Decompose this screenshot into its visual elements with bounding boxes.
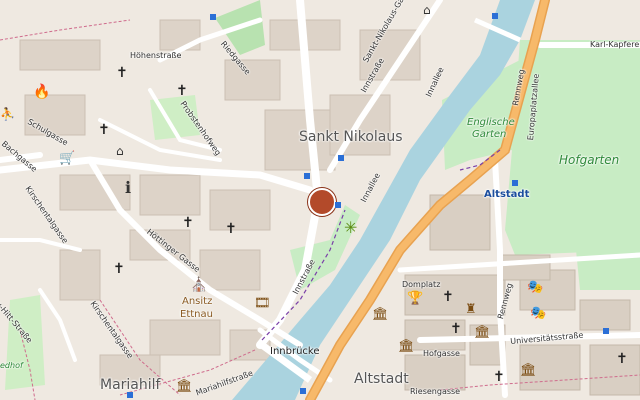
street-label-hofgasse: Hofgasse [423, 349, 460, 358]
poi-label-ansitz-1: Ansitz [182, 296, 213, 307]
playground-icon[interactable]: ⛹ [0, 108, 15, 120]
transit-stop-icon[interactable] [127, 392, 133, 398]
info-icon[interactable]: ℹ [125, 180, 131, 196]
street-label-karl-kapferer: Karl-Kapferer [590, 40, 640, 49]
transit-stop-icon[interactable] [304, 173, 310, 179]
landmark-icon[interactable]: ⛪ [190, 278, 207, 292]
place-label-innbruecke: Innbrücke [270, 346, 320, 357]
poi-label-ansitz-2: Ettnau [180, 309, 213, 320]
cinema-icon[interactable]: 🎞 [254, 297, 271, 310]
shelter-icon[interactable]: ⌂ [116, 145, 124, 157]
castle-icon[interactable]: ♜ [465, 303, 477, 316]
church-icon[interactable]: ✝ [113, 262, 125, 276]
district-label-mariahilf: Mariahilf [100, 377, 161, 393]
church-icon[interactable]: ✝ [442, 290, 454, 304]
museum-icon[interactable]: 🏛 [520, 364, 537, 377]
church-icon[interactable]: ✝ [116, 66, 128, 80]
shelter-icon[interactable]: ⌂ [423, 4, 431, 16]
museum-icon[interactable]: 🏛 [176, 380, 193, 393]
transit-stop-icon[interactable] [300, 388, 306, 394]
shop-cart-icon[interactable]: 🛒 [59, 152, 75, 165]
church-icon[interactable]: ✝ [176, 84, 188, 98]
transit-label-altstadt: Altstadt [484, 189, 530, 200]
street-label-riesengasse: Riesengasse [410, 387, 461, 396]
viewpoint-icon[interactable]: ✳ [344, 220, 357, 236]
theatre-icon[interactable]: 🎭 [530, 307, 546, 320]
district-label-sankt-nikolaus: Sankt Nikolaus [299, 129, 403, 145]
transit-stop-icon[interactable] [603, 328, 609, 334]
transit-stop-icon[interactable] [335, 202, 341, 208]
church-icon[interactable]: ✝ [98, 123, 110, 137]
park-label-englischer-garten-1: Englische [467, 117, 515, 128]
church-icon[interactable]: ✝ [225, 222, 237, 236]
transit-stop-icon[interactable] [512, 180, 518, 186]
fire-icon[interactable]: 🔥 [33, 85, 50, 99]
street-label-domplatz: Domplatz [402, 280, 441, 289]
museum-icon[interactable]: 🏛 [398, 340, 415, 353]
museum-icon[interactable]: 🏛 [372, 308, 389, 321]
location-marker[interactable] [308, 188, 336, 216]
park-label-edhof: edhof [0, 361, 23, 370]
church-icon[interactable]: ✝ [493, 370, 505, 384]
street-label-hoehenstrasse: Höhenstraße [130, 51, 182, 60]
trophy-icon[interactable]: 🏆 [407, 292, 423, 305]
church-icon[interactable]: ✝ [450, 322, 462, 336]
transit-stop-icon[interactable] [210, 14, 216, 20]
transit-stop-icon[interactable] [338, 155, 344, 161]
church-icon[interactable]: ✝ [616, 352, 628, 366]
theatre-icon[interactable]: 🎭 [527, 281, 543, 294]
map-view[interactable]: Sankt Nikolaus Mariahilf Altstadt Englis… [0, 0, 640, 400]
park-label-englischer-garten-2: Garten [472, 129, 507, 140]
museum-icon[interactable]: 🏛 [474, 326, 491, 339]
park-label-hofgarten: Hofgarten [559, 153, 620, 167]
district-label-altstadt: Altstadt [354, 371, 409, 387]
church-icon[interactable]: ✝ [182, 216, 194, 230]
transit-stop-icon[interactable] [492, 13, 498, 19]
